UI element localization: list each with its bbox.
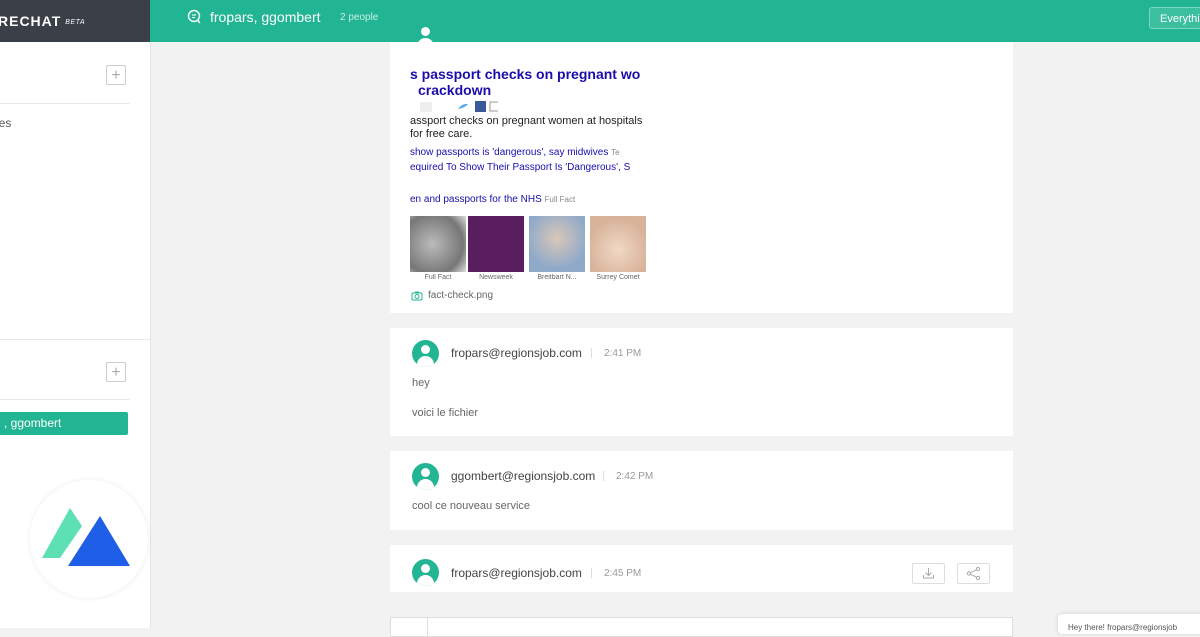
thumbnail-image — [410, 216, 466, 272]
separator — [591, 568, 592, 578]
filter-dropdown[interactable]: Everything — [1149, 7, 1200, 29]
add-conversation-button[interactable]: + — [106, 362, 126, 382]
share-icon — [966, 566, 981, 581]
thumbnail-image — [590, 216, 646, 272]
message-card: fropars@regionsjob.com 2:41 PM hey voici… — [390, 328, 1013, 436]
avatar — [412, 559, 439, 586]
share-button[interactable] — [957, 563, 990, 584]
preview-link: show passports is 'dangerous', say midwi… — [410, 147, 620, 158]
thumbnail-image — [468, 216, 524, 272]
download-icon — [923, 568, 934, 579]
preview-text: assport checks on pregnant women at hosp… — [410, 115, 643, 127]
thumbnail-caption: Full Fact — [424, 274, 452, 281]
preview-link: en and passports for the NHS Full Fact — [410, 194, 575, 205]
thumbnail-caption: Newsweek — [479, 274, 513, 281]
preview-headline: s passport checks on pregnant wo — [410, 66, 641, 82]
message-author[interactable]: ggombert@regionsjob.com — [451, 469, 595, 483]
preview-link: equired To Show Their Passport Is 'Dange… — [410, 162, 631, 173]
separator — [591, 348, 592, 358]
message-card: ggombert@regionsjob.com 2:42 PM cool ce … — [390, 451, 1013, 530]
sidebar-divider — [0, 103, 130, 104]
thumbnail-image — [529, 216, 585, 272]
image-file-icon — [411, 291, 423, 301]
brand-bar: RECHAT BETA — [0, 0, 150, 42]
conversation-header: fropars, ggombert 2 people Everything — [150, 0, 1200, 42]
message-card: fropars@regionsjob.com 2:45 PM — [390, 545, 1013, 592]
message-text: hey — [412, 377, 430, 389]
separator — [603, 471, 604, 481]
message-time: 2:42 PM — [616, 471, 654, 482]
attachment-filename[interactable]: fact-check.png — [428, 290, 493, 301]
message-text: voici le fichier — [412, 407, 479, 419]
add-channel-button[interactable]: + — [106, 65, 126, 85]
sidebar: RECHAT BETA + les + , ggombert — [0, 0, 151, 628]
avatar — [412, 463, 439, 490]
share-icons — [420, 101, 498, 112]
beta-badge: BETA — [65, 19, 86, 26]
thumbnail-caption: Breitbart N... — [537, 274, 577, 281]
notification-toast[interactable]: Hey there! fropars@regionsjob — [1058, 614, 1200, 634]
sidebar-item-active-conversation[interactable]: , ggombert — [0, 412, 128, 435]
link-text: show passports is 'dangerous', say midwi… — [410, 147, 609, 158]
mountain-logo-icon — [42, 508, 130, 566]
link-text: en and passports for the NHS — [410, 194, 542, 205]
message-text: cool ce nouveau service — [412, 500, 531, 512]
preview-headline: crackdown — [418, 82, 492, 98]
preview-text: for free care. — [410, 128, 473, 140]
avatar — [412, 340, 439, 367]
chat-bubble-icon — [187, 9, 201, 24]
conversation-title: fropars, ggombert — [210, 9, 321, 25]
link-source: Full Fact — [544, 195, 576, 204]
thumbnail-caption: Surrey Comet — [596, 274, 640, 281]
sidebar-divider — [0, 399, 130, 400]
download-button[interactable] — [912, 563, 945, 584]
logo-badge — [30, 480, 148, 598]
message-time: 2:45 PM — [604, 568, 642, 579]
participant-count[interactable]: 2 people — [340, 12, 378, 23]
app-name: RECHAT — [0, 13, 62, 29]
message-time: 2:41 PM — [604, 348, 642, 359]
sidebar-item[interactable]: les — [0, 116, 11, 130]
message-author[interactable]: fropars@regionsjob.com — [451, 566, 582, 580]
message-composer[interactable] — [390, 617, 1013, 637]
link-source: Te — [611, 148, 620, 157]
message-author[interactable]: fropars@regionsjob.com — [451, 346, 582, 360]
sidebar-divider — [0, 339, 150, 340]
composer-attach-button[interactable] — [391, 618, 428, 636]
attachment-preview[interactable]: s passport checks on pregnant wo crackdo… — [410, 42, 646, 284]
